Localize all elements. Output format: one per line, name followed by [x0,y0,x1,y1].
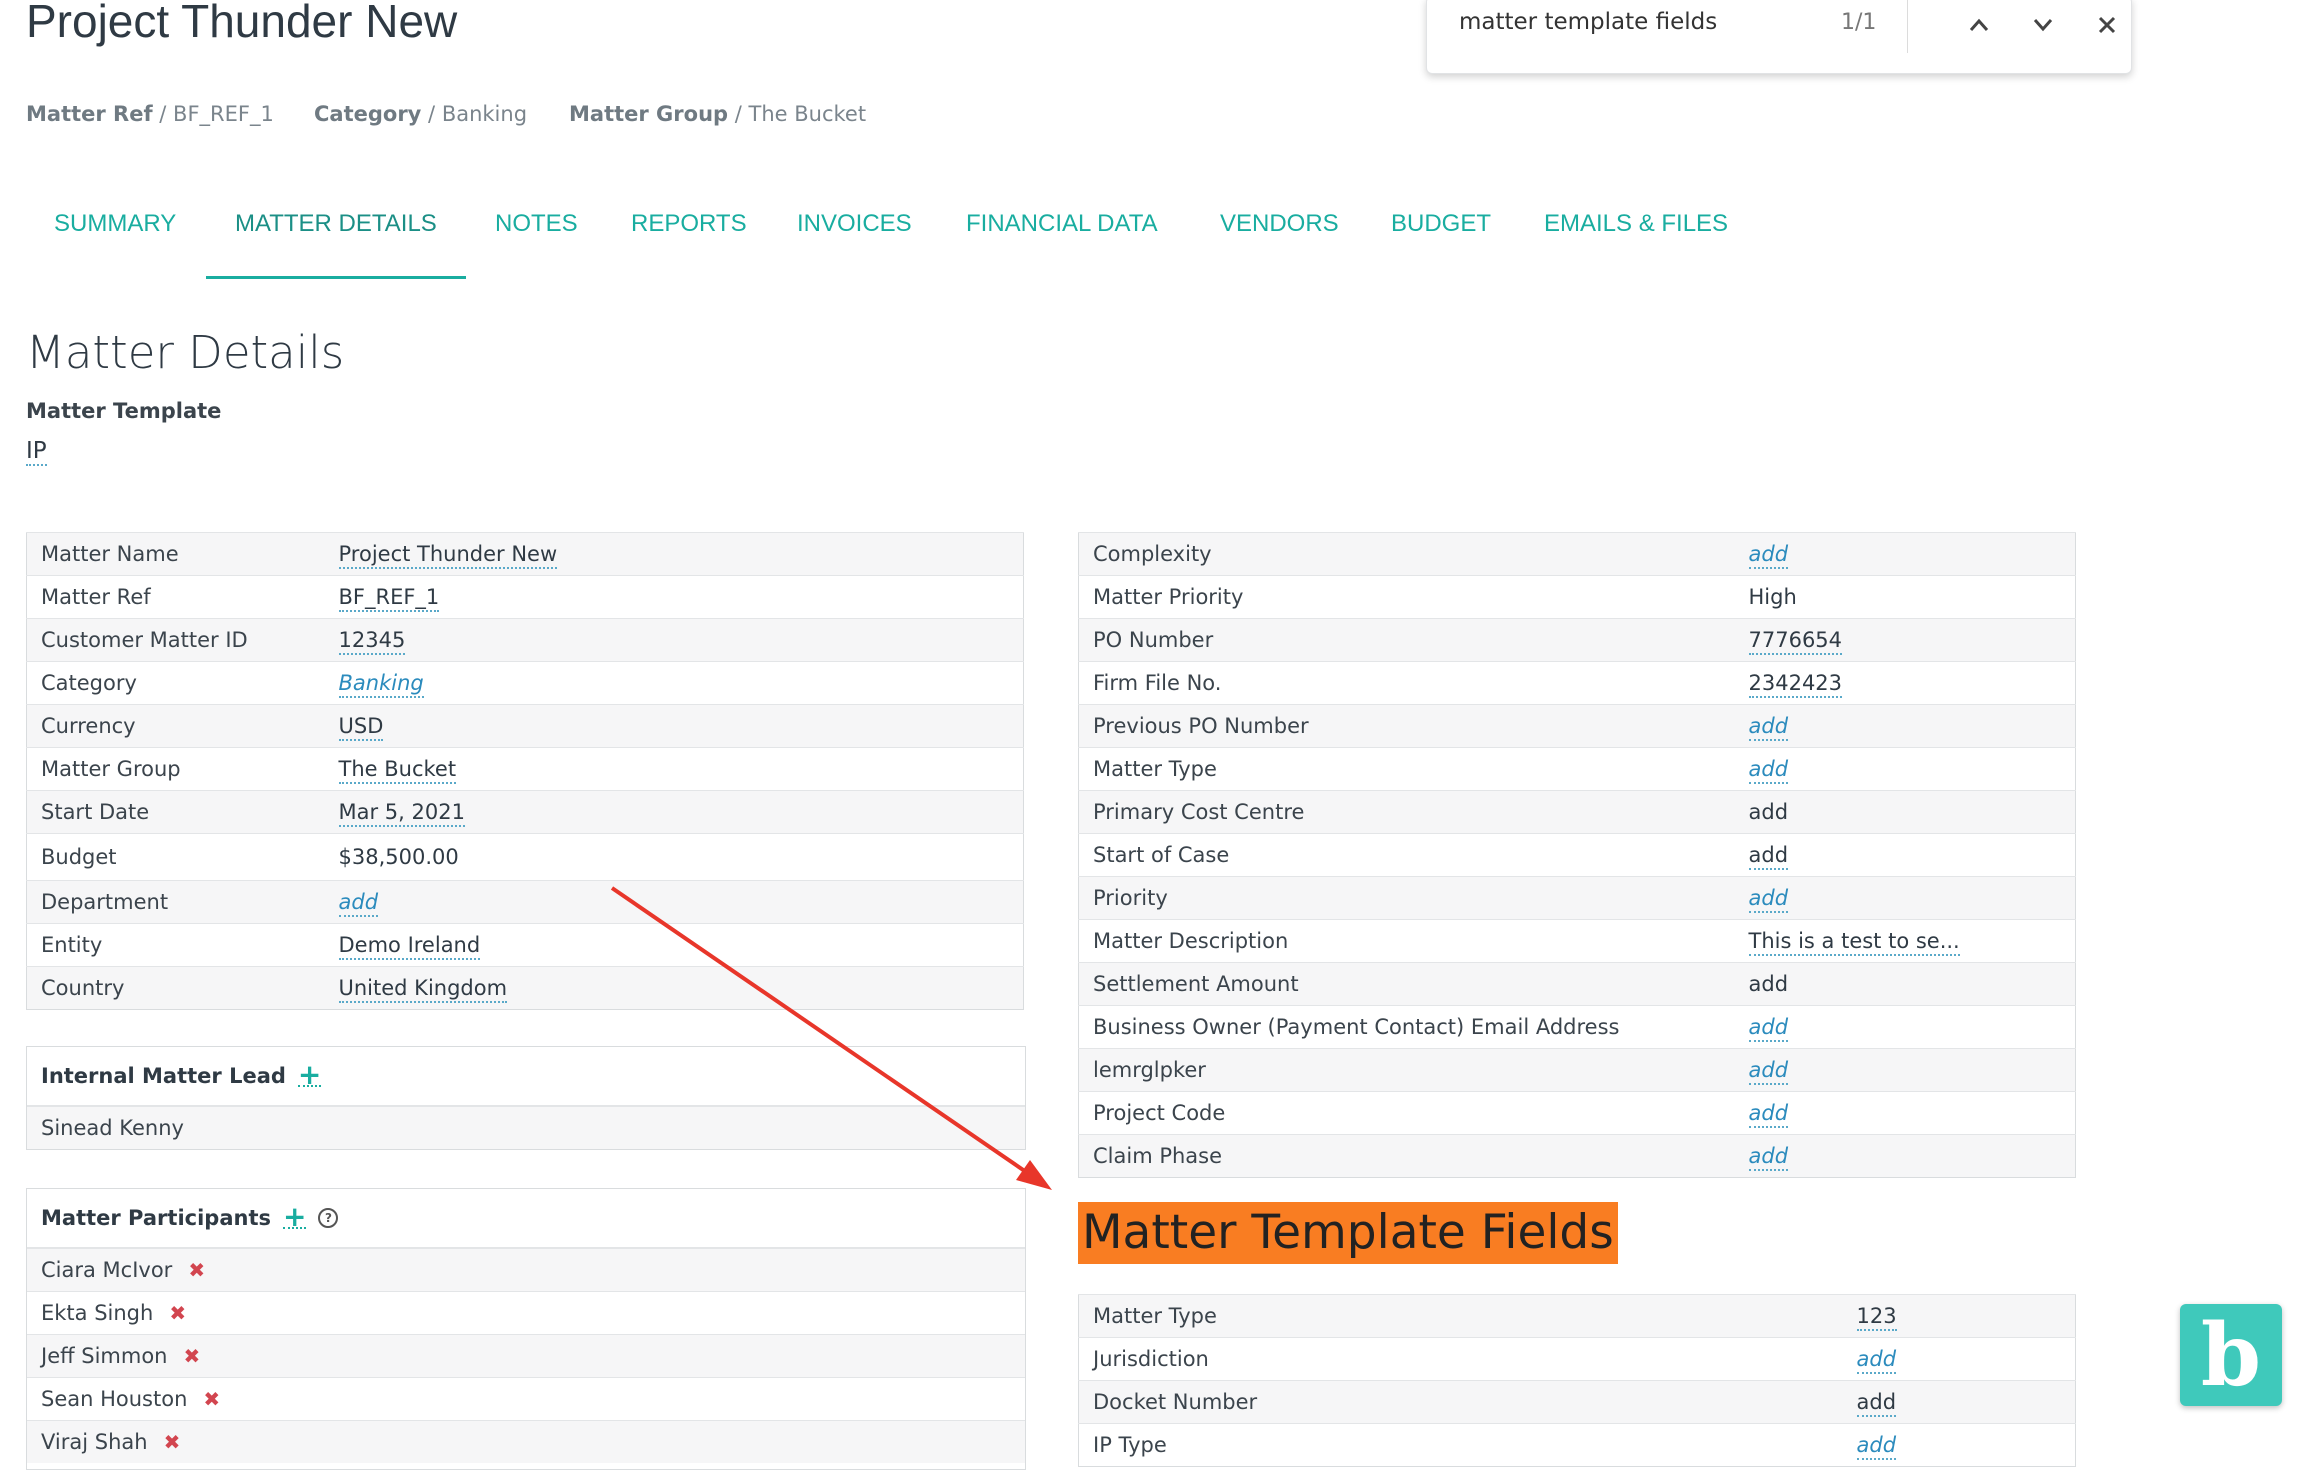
brand-logo-button[interactable]: b [2180,1304,2282,1406]
annotation-arrow [610,886,1052,1190]
